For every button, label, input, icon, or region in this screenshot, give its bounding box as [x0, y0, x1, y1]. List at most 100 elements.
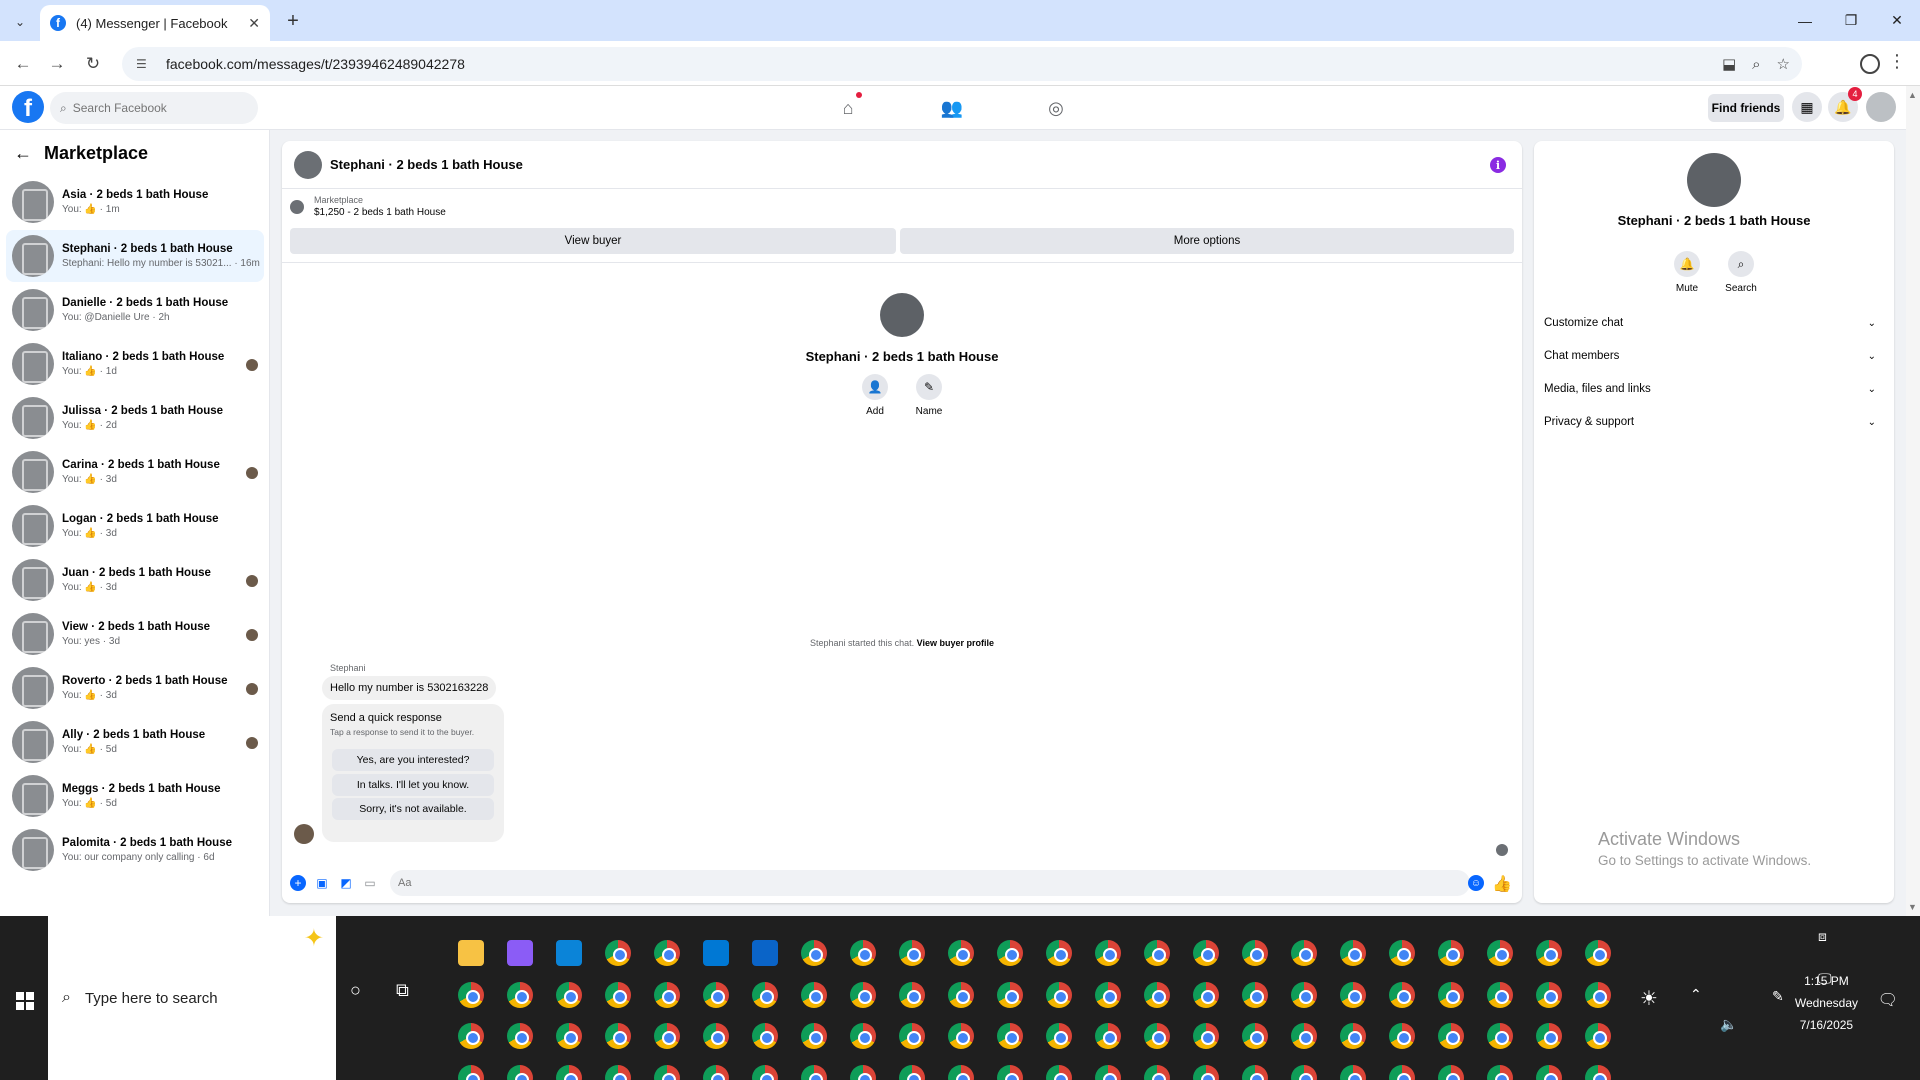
chrome-app-icon[interactable]	[556, 1023, 582, 1049]
conversation-item[interactable]: Carina · 2 beds 1 bath House You: 👍 · 3d	[6, 446, 264, 498]
chrome-app-icon[interactable]	[1242, 981, 1268, 1008]
chrome-app-icon[interactable]	[1242, 1023, 1268, 1049]
show-hidden-icons-chevron-icon[interactable]: ⌃	[1690, 986, 1702, 1003]
home-icon[interactable]: ⌂	[820, 91, 876, 119]
chrome-app-icon[interactable]	[458, 1064, 484, 1080]
chrome-app-icon[interactable]	[1095, 981, 1121, 1008]
taskbar-search-box[interactable]: ⌕ Type here to search ✦	[48, 916, 336, 1080]
edge-icon[interactable]	[556, 940, 582, 966]
chrome-app-icon[interactable]	[899, 1023, 925, 1049]
restore-button[interactable]: ❐	[1828, 0, 1874, 41]
chrome-app-icon[interactable]	[997, 1064, 1023, 1080]
site-info-icon[interactable]: ☰	[136, 57, 154, 71]
chrome-app-icon[interactable]	[1193, 1023, 1219, 1049]
volume-icon[interactable]: 🔈	[1720, 1016, 1737, 1033]
chrome-app-icon[interactable]	[1046, 940, 1072, 966]
close-window-button[interactable]: ✕	[1874, 0, 1920, 41]
chrome-app-icon[interactable]	[507, 1023, 533, 1049]
facebook-search-box[interactable]: ⌕	[50, 92, 258, 124]
chrome-app-icon[interactable]	[1144, 981, 1170, 1008]
zoom-icon[interactable]: ⌕	[1752, 56, 1760, 73]
plus-icon[interactable]: +	[290, 875, 306, 891]
chrome-app-icon[interactable]	[997, 1023, 1023, 1049]
chrome-app-icon[interactable]	[1438, 1064, 1464, 1080]
chrome-app-icon[interactable]	[899, 981, 925, 1008]
chrome-app-icon[interactable]	[1585, 981, 1611, 1008]
chrome-app-icon[interactable]	[703, 981, 729, 1008]
chrome-app-icon[interactable]	[1487, 940, 1513, 966]
chrome-app-icon[interactable]	[1046, 1064, 1072, 1080]
chrome-app-icon[interactable]	[1095, 1023, 1121, 1049]
search-in-conversation-button[interactable]: ⌕ Search	[1725, 251, 1757, 294]
find-friends-button[interactable]: Find friends	[1708, 94, 1784, 122]
chrome-app-icon[interactable]	[1438, 981, 1464, 1008]
forward-arrow-icon[interactable]: →	[44, 51, 70, 77]
chrome-app-icon[interactable]	[1046, 1023, 1072, 1049]
chrome-app-icon[interactable]	[458, 981, 484, 1008]
conversation-item[interactable]: Stephani · 2 beds 1 bath House Stephani: …	[6, 230, 264, 282]
privacy-support-row[interactable]: Privacy & support ⌄	[1544, 406, 1884, 438]
details-avatar[interactable]	[1687, 153, 1741, 207]
chrome-app-icon[interactable]	[850, 1023, 876, 1049]
chrome-app-icon[interactable]	[556, 981, 582, 1008]
chrome-app-icon[interactable]	[507, 981, 533, 1008]
add-people-button[interactable]: 👤 Add	[860, 374, 890, 417]
chrome-app-icon[interactable]	[997, 940, 1023, 966]
chrome-app-icon[interactable]	[997, 981, 1023, 1008]
browser-menu-icon[interactable]: ⋮	[1888, 51, 1906, 72]
chrome-app-icon[interactable]	[605, 1064, 631, 1080]
chrome-app-icon[interactable]	[1536, 981, 1562, 1008]
chrome-app-icon[interactable]	[850, 981, 876, 1008]
friends-icon[interactable]: 👥	[924, 98, 980, 119]
store-icon[interactable]	[703, 940, 729, 966]
chrome-app-icon[interactable]	[605, 1023, 631, 1049]
chrome-app-icon[interactable]	[703, 1023, 729, 1049]
outlook-icon[interactable]	[752, 940, 778, 966]
chrome-app-icon[interactable]	[752, 981, 778, 1008]
chrome-app-icon[interactable]	[1291, 1064, 1317, 1080]
conversation-item[interactable]: Julissa · 2 beds 1 bath House You: 👍 · 2d	[6, 392, 264, 444]
view-buyer-profile-link[interactable]: View buyer profile	[917, 638, 994, 648]
chrome-app-icon[interactable]	[801, 1064, 827, 1080]
menu-grid-icon[interactable]: ▦	[1792, 92, 1822, 122]
conversation-item[interactable]: Juan · 2 beds 1 bath House You: 👍 · 3d	[6, 554, 264, 606]
task-view-icon[interactable]: ⧉	[396, 980, 409, 1001]
conversation-item[interactable]: Meggs · 2 beds 1 bath House You: 👍 · 5d	[6, 770, 264, 822]
chrome-app-icon[interactable]	[1340, 981, 1366, 1008]
chrome-app-icon[interactable]	[1438, 1023, 1464, 1049]
view-buyer-button[interactable]: View buyer	[290, 228, 896, 254]
chrome-app-icon[interactable]	[1340, 940, 1366, 966]
chrome-app-icon[interactable]	[654, 1023, 680, 1049]
chrome-app-icon[interactable]	[507, 1064, 533, 1080]
media-files-links-row[interactable]: Media, files and links ⌄	[1544, 373, 1884, 405]
chrome-app-icon[interactable]	[948, 1064, 974, 1080]
message-input[interactable]	[390, 870, 1470, 896]
chrome-app-icon[interactable]	[1536, 1023, 1562, 1049]
conversation-item[interactable]: View · 2 beds 1 bath House You: yes · 3d	[6, 608, 264, 660]
chrome-app-icon[interactable]	[1095, 1064, 1121, 1080]
listing-summary[interactable]: Marketplace $1,250 - 2 beds 1 bath House	[290, 195, 446, 218]
conversation-item[interactable]: Logan · 2 beds 1 bath House You: 👍 · 3d	[6, 500, 264, 552]
tab-search-chevron-icon[interactable]: ⌄	[8, 10, 32, 34]
new-tab-button[interactable]: +	[280, 8, 306, 34]
chrome-app-icon[interactable]	[1095, 940, 1121, 966]
chrome-app-icon[interactable]	[1291, 1023, 1317, 1049]
chrome-app-icon[interactable]	[1193, 981, 1219, 1008]
chrome-app-icon[interactable]	[556, 1064, 582, 1080]
notification-center-icon[interactable]: 🗨	[1878, 990, 1898, 1010]
windows-start-icon[interactable]	[10, 986, 40, 1016]
chrome-app-icon[interactable]	[1046, 981, 1072, 1008]
chrome-app-icon[interactable]	[1242, 940, 1268, 966]
conversation-item[interactable]: Roverto · 2 beds 1 bath House You: 👍 · 3d	[6, 662, 264, 714]
chrome-app-icon[interactable]	[1536, 1064, 1562, 1080]
conversation-item[interactable]: Palomita · 2 beds 1 bath House You: our c…	[6, 824, 264, 876]
chrome-app-icon[interactable]	[1193, 940, 1219, 966]
conversation-item[interactable]: Ally · 2 beds 1 bath House You: 👍 · 5d	[6, 716, 264, 768]
conversation-item[interactable]: Asia · 2 beds 1 bath House You: 👍 · 1m	[6, 176, 264, 228]
chrome-app-icon[interactable]	[948, 981, 974, 1008]
groups-icon[interactable]: ◎	[1028, 98, 1084, 119]
chrome-app-icon[interactable]	[458, 1023, 484, 1049]
notifications-bell-icon[interactable]: 🔔 4	[1828, 87, 1862, 122]
scroll-down-icon[interactable]: ▼	[1908, 902, 1917, 912]
meet-now-icon[interactable]: ⧈	[1818, 928, 1827, 945]
